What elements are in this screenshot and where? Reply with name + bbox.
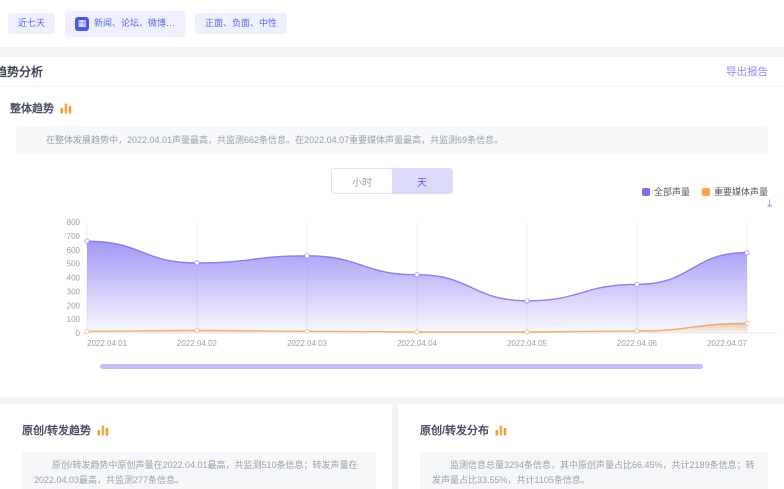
sources-chip[interactable]: ▦ 新闻、论坛、微博… [65, 11, 185, 37]
sentiment-chip-label: 正面、负面、中性 [205, 19, 277, 28]
sources-chip-label: 新闻、论坛、微博… [94, 19, 175, 28]
section-title-original-repost-distribution: 原创/转发分布 [420, 422, 489, 438]
sources-icon: ▦ [75, 17, 89, 31]
toggle-hour[interactable]: 小时 [332, 169, 392, 193]
date-range-chip[interactable]: 近七天 [8, 13, 55, 34]
original-repost-trend-head: 原创/转发趋势 [22, 422, 376, 438]
bar-chart-icon [97, 424, 109, 436]
trend-panel: 趋势分析 导出报告 整体趋势 在整体发展趋势中，2022.04.01声量最高，共… [0, 57, 784, 397]
panel-header: 趋势分析 导出报告 [0, 57, 784, 87]
original-repost-distribution-head: 原创/转发分布 [420, 422, 768, 438]
bar-chart-icon [60, 102, 72, 114]
sentiment-chip[interactable]: 正面、负面、中性 [195, 13, 287, 34]
svg-text:2022.04.07: 2022.04.07 [707, 339, 748, 348]
svg-text:2022.04.03: 2022.04.03 [287, 339, 328, 348]
legend-label: 重要媒体声量 [714, 185, 768, 198]
trend-area-chart: 0 100 200 300 400 500 600 700 800 2022.04.01 2022.… [0, 207, 784, 352]
svg-text:2022.04.01: 2022.04.01 [87, 339, 128, 348]
section-title-overall: 整体趋势 [10, 100, 54, 116]
svg-text:2022.04.02: 2022.04.02 [177, 339, 218, 348]
svg-text:200: 200 [67, 301, 81, 310]
legend-label: 全部声量 [654, 185, 690, 198]
bar-chart-icon [495, 424, 507, 436]
page-title: 趋势分析 [0, 63, 43, 80]
svg-text:300: 300 [67, 287, 81, 296]
chart-legend: 全部声量 重要媒体声量 [642, 185, 768, 198]
svg-text:0: 0 [76, 329, 81, 338]
section-title-original-repost-trend: 原创/转发趋势 [22, 422, 91, 438]
svg-text:400: 400 [67, 274, 81, 283]
svg-text:600: 600 [67, 246, 81, 255]
original-repost-distribution-summary: 监测信息总量3294条信息，其中原创声量占比66.45%，共计2189条信息；转… [420, 452, 768, 489]
toggle-day[interactable]: 天 [392, 169, 452, 193]
legend-swatch [642, 188, 650, 196]
chart-scrollbar[interactable] [100, 364, 703, 369]
original-repost-trend-card: 原创/转发趋势 原创/转发趋势中原创声量在2022.04.01最高，共监测510… [0, 404, 392, 489]
trend-analysis-page: 近七天 ▦ 新闻、论坛、微博… 正面、负面、中性 趋势分析 导出报告 整体趋势 … [0, 0, 784, 489]
original-repost-distribution-card: 原创/转发分布 监测信息总量3294条信息，其中原创声量占比66.45%，共计2… [398, 404, 784, 489]
filter-bar: 近七天 ▦ 新闻、论坛、微博… 正面、负面、中性 [0, 0, 784, 47]
svg-text:2022.04.06: 2022.04.06 [617, 339, 658, 348]
legend-item[interactable]: 全部声量 [642, 185, 690, 198]
svg-text:2022.04.04: 2022.04.04 [397, 339, 438, 348]
legend-item[interactable]: 重要媒体声量 [702, 185, 768, 198]
overall-summary: 在整体发展趋势中，2022.04.01声量最高，共监测662条信息。在2022.… [16, 127, 768, 154]
legend-swatch [702, 188, 710, 196]
original-repost-trend-summary: 原创/转发趋势中原创声量在2022.04.01最高，共监测510条信息；转发声量… [22, 452, 376, 489]
granularity-toggle: 小时 天 [331, 168, 453, 194]
svg-text:800: 800 [67, 218, 81, 227]
svg-text:2022.04.05: 2022.04.05 [507, 339, 548, 348]
svg-text:500: 500 [67, 260, 81, 269]
overall-trend-section-head: 整体趋势 [10, 100, 784, 116]
date-range-chip-label: 近七天 [18, 19, 45, 28]
svg-text:100: 100 [67, 315, 81, 324]
svg-text:700: 700 [67, 232, 81, 241]
export-report-link[interactable]: 导出报告 [726, 64, 768, 79]
